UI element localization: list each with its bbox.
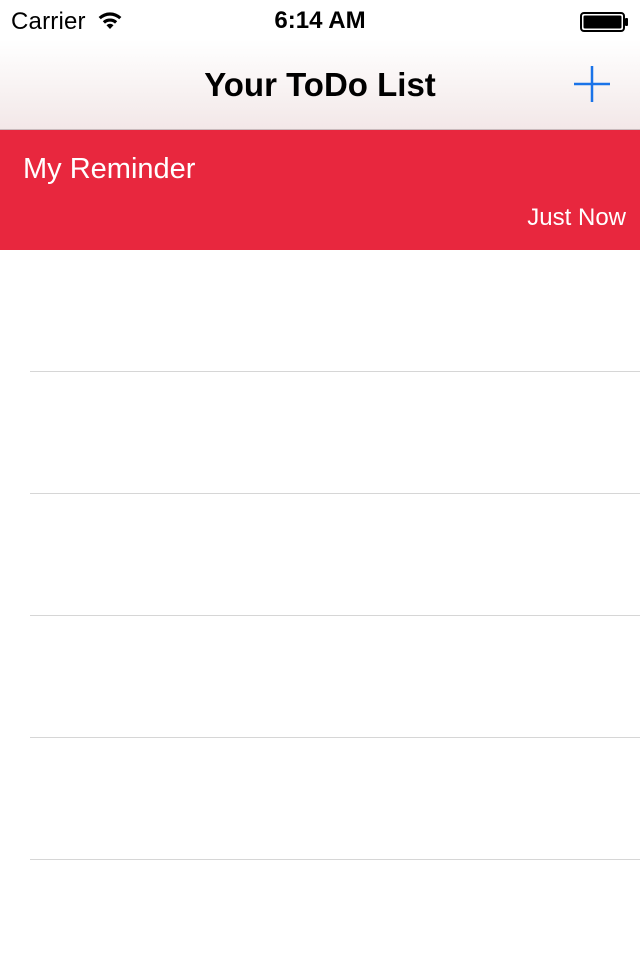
todo-title: My Reminder — [23, 153, 196, 185]
todo-timestamp: Just Now — [527, 204, 626, 231]
empty-row — [0, 616, 640, 738]
page-title: Your ToDo List — [204, 66, 436, 103]
todo-table: My Reminder Just Now — [0, 130, 640, 960]
empty-row — [0, 372, 640, 494]
empty-row — [0, 738, 640, 860]
add-todo-button[interactable] — [572, 64, 612, 104]
plus-icon — [574, 66, 610, 102]
row-separator — [30, 859, 640, 860]
status-bar: Carrier 6:14 AM — [0, 0, 640, 40]
navigation-bar: Your ToDo List — [0, 40, 640, 130]
empty-row — [0, 250, 640, 372]
empty-row — [0, 494, 640, 616]
screen: Carrier 6:14 AM Your ToDo List My Remind… — [0, 0, 640, 960]
todo-row[interactable]: My Reminder Just Now — [0, 130, 640, 250]
battery-icon — [580, 12, 628, 32]
status-time: 6:14 AM — [274, 7, 366, 34]
